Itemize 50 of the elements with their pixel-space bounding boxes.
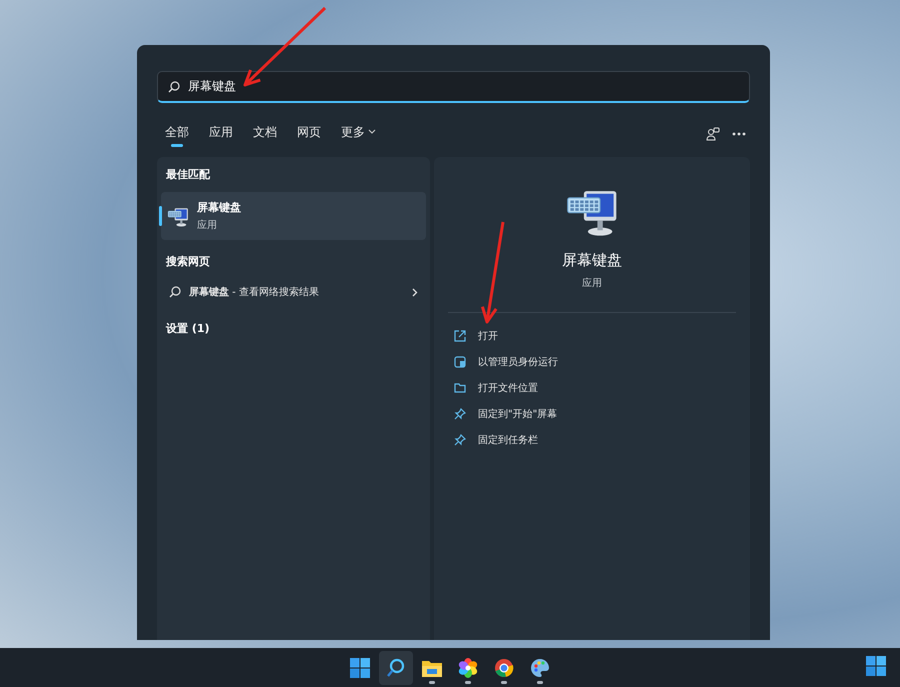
folder-icon — [454, 382, 466, 394]
filter-tab[interactable]: 文档 — [245, 122, 285, 146]
action-item[interactable]: 固定到任务栏 — [448, 427, 736, 453]
filter-tab[interactable]: 全部 — [157, 122, 197, 146]
pin-icon — [454, 408, 466, 420]
start-button[interactable] — [866, 656, 886, 676]
action-item[interactable]: 以管理员身份运行 — [448, 349, 736, 375]
selection-accent — [159, 206, 162, 226]
section-heading: 最佳匹配 — [165, 167, 211, 183]
action-label: 固定到任务栏 — [478, 434, 538, 447]
action-label: 以管理员身份运行 — [478, 356, 558, 369]
section-heading[interactable]: 设置 (1) — [161, 319, 426, 338]
taskbar-button[interactable] — [379, 650, 413, 684]
photos-pinwheel-icon — [458, 658, 478, 678]
palette-icon — [530, 658, 550, 678]
search-input[interactable]: 屏幕键盘 — [188, 80, 739, 94]
running-indicator — [537, 680, 543, 684]
filter-tab[interactable]: 网页 — [289, 122, 329, 146]
browser-icon — [494, 658, 514, 678]
filter-tab[interactable]: 更多 — [333, 122, 384, 146]
web-search-text: 屏幕键盘 - 查看网络搜索结果 — [189, 286, 320, 299]
action-item[interactable]: 打开文件位置 — [448, 375, 736, 401]
result-subtitle: 应用 — [197, 218, 218, 232]
app-title: 屏幕键盘 — [562, 251, 622, 270]
windows-logo-icon — [350, 658, 370, 678]
people-icon — [706, 127, 720, 141]
action-label: 固定到"开始"屏幕 — [478, 408, 558, 421]
more-icon — [732, 132, 746, 136]
pin-icon — [454, 434, 466, 446]
search-icon — [168, 80, 180, 92]
app-subtitle: 应用 — [582, 276, 602, 290]
running-indicator — [465, 680, 471, 684]
running-indicator — [501, 680, 507, 684]
folder-icon — [422, 658, 442, 676]
search-field[interactable]: 屏幕键盘 — [157, 71, 750, 103]
best-match-item[interactable]: 屏幕键盘 应用 — [161, 192, 426, 240]
windows-logo-icon — [866, 656, 886, 676]
action-label: 打开文件位置 — [478, 382, 538, 395]
action-label: 打开 — [478, 330, 498, 343]
web-search-item[interactable]: 屏幕键盘 - 查看网络搜索结果 — [161, 279, 426, 305]
section-heading: 搜索网页 — [164, 254, 211, 270]
search-icon — [169, 286, 181, 298]
running-indicator — [429, 680, 435, 684]
external-link-icon — [454, 330, 466, 342]
chevron-right-icon — [412, 288, 418, 296]
action-item[interactable]: 固定到"开始"屏幕 — [448, 401, 736, 427]
action-item[interactable]: 打开 — [448, 323, 736, 349]
search-icon — [386, 658, 406, 678]
filter-tab[interactable]: 应用 — [201, 122, 241, 146]
result-title: 屏幕键盘 — [197, 200, 241, 215]
